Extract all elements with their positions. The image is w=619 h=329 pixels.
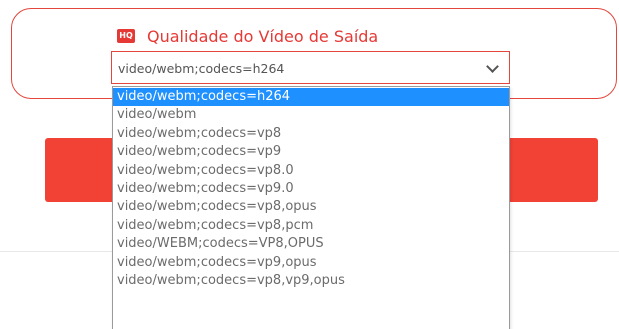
select-option[interactable]: video/webm;codecs=vp9 [113, 143, 509, 161]
page: HQ Qualidade do Vídeo de Saída video/web… [0, 0, 619, 329]
chevron-down-icon [486, 60, 499, 73]
select-option-selected[interactable]: video/webm;codecs=h264 [113, 88, 509, 107]
section-title: Qualidade do Vídeo de Saída [147, 26, 379, 46]
select-option[interactable]: video/webm [113, 106, 509, 124]
select-current-value: video/webm;codecs=h264 [118, 61, 285, 76]
select-option[interactable]: video/webm;codecs=vp8,opus [113, 198, 509, 216]
select-option[interactable]: video/webm;codecs=vp8,pcm [113, 217, 509, 235]
hq-icon: HQ [117, 29, 135, 43]
select-options-list: video/webm;codecs=h264 video/webm video/… [112, 86, 510, 329]
select-option[interactable]: video/webm;codecs=vp9,opus [113, 254, 509, 272]
select-option[interactable]: video/WEBM;codecs=VP8,OPUS [113, 235, 509, 253]
video-quality-select[interactable]: video/webm;codecs=h264 [111, 51, 510, 84]
select-option[interactable]: video/webm;codecs=vp9.0 [113, 180, 509, 198]
select-option[interactable]: video/webm;codecs=vp8 [113, 125, 509, 143]
section-header: HQ Qualidade do Vídeo de Saída [117, 26, 378, 46]
select-option[interactable]: video/webm;codecs=vp8.0 [113, 162, 509, 180]
select-option[interactable]: video/webm;codecs=vp8,vp9,opus [113, 272, 509, 290]
